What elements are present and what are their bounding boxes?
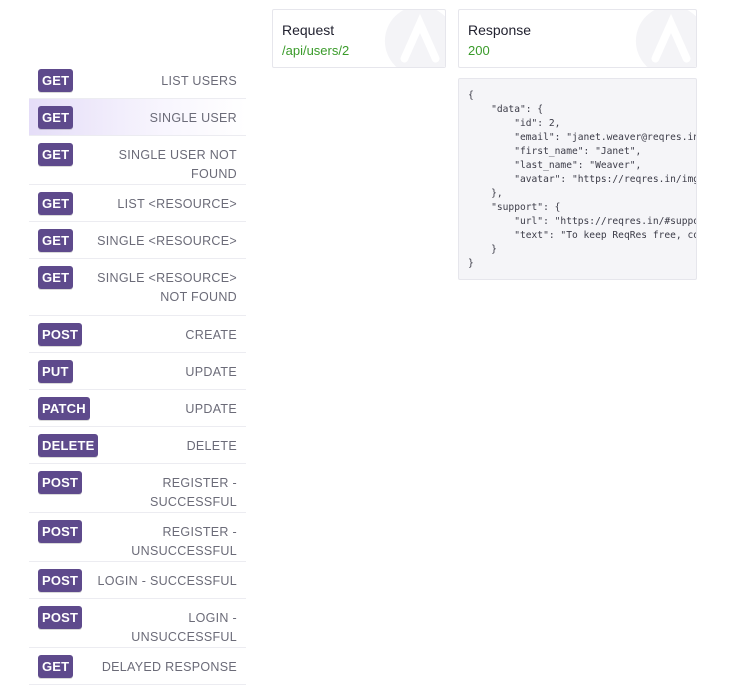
endpoint-label: REGISTER - UNSUCCESSFUL [131, 525, 237, 558]
response-body[interactable]: { "data": { "id": 2, "email": "janet.wea… [458, 78, 697, 280]
endpoint-single-user[interactable]: GET SINGLE USER [29, 99, 246, 136]
method-badge: GET [38, 266, 74, 289]
request-url[interactable]: /api/users/2 [282, 42, 436, 60]
endpoint-login-successful[interactable]: POST LOGIN - SUCCESSFUL [29, 562, 246, 599]
endpoint-single-resource[interactable]: GET SINGLE <RESOURCE> [29, 222, 246, 259]
method-badge: PATCH [38, 397, 90, 420]
endpoint-label: LOGIN - SUCCESSFUL [97, 574, 237, 588]
method-badge: POST [38, 569, 83, 592]
method-badge: POST [38, 323, 83, 346]
endpoint-register-successful[interactable]: POST REGISTER - SUCCESSFUL [29, 464, 246, 513]
endpoint-label: REGISTER - SUCCESSFUL [149, 476, 237, 509]
response-json: { "data": { "id": 2, "email": "janet.wea… [468, 90, 697, 269]
response-card: Response 200 [458, 9, 697, 68]
response-title: Response [468, 22, 532, 38]
method-badge: GET [38, 106, 74, 129]
method-badge: GET [38, 69, 74, 92]
endpoint-single-resource-not-found[interactable]: GET SINGLE <RESOURCE> NOT FOUND [29, 259, 246, 316]
endpoint-label: LIST <RESOURCE> [117, 197, 237, 211]
endpoint-label: SINGLE USER NOT FOUND [118, 148, 237, 181]
endpoint-label: LOGIN - UNSUCCESSFUL [131, 611, 237, 644]
method-badge: GET [38, 229, 74, 252]
endpoint-register-unsuccessful[interactable]: POST REGISTER - UNSUCCESSFUL [29, 513, 246, 562]
endpoint-update-patch[interactable]: PATCH UPDATE [29, 390, 246, 427]
endpoint-label: LIST USERS [161, 74, 237, 88]
method-badge: GET [38, 192, 74, 215]
endpoint-label: SINGLE <RESOURCE> [97, 234, 237, 248]
method-badge: DELETE [38, 434, 99, 457]
method-badge: GET [38, 143, 74, 166]
method-badge: GET [38, 655, 74, 678]
endpoint-list: GET LIST USERS GET SINGLE USER GET SINGL… [29, 62, 246, 685]
endpoint-label: UPDATE [185, 365, 237, 379]
endpoint-list-resource[interactable]: GET LIST <RESOURCE> [29, 185, 246, 222]
endpoint-label: SINGLE USER [149, 111, 237, 125]
endpoint-create[interactable]: POST CREATE [29, 316, 246, 353]
endpoint-label: UPDATE [185, 402, 237, 416]
method-badge: POST [38, 471, 83, 494]
endpoint-label: CREATE [185, 328, 237, 342]
endpoint-list-users[interactable]: GET LIST USERS [29, 62, 246, 99]
method-badge: PUT [38, 360, 73, 383]
endpoint-label: DELETE [186, 439, 237, 453]
endpoint-label: SINGLE <RESOURCE> NOT FOUND [97, 271, 237, 304]
endpoint-delete[interactable]: DELETE DELETE [29, 427, 246, 464]
response-status: 200 [468, 43, 490, 58]
endpoint-login-unsuccessful[interactable]: POST LOGIN - UNSUCCESSFUL [29, 599, 246, 648]
endpoint-label: DELAYED RESPONSE [101, 660, 237, 674]
method-badge: POST [38, 606, 83, 629]
method-badge: POST [38, 520, 83, 543]
request-card: Request /api/users/2 [272, 9, 446, 68]
endpoint-single-user-not-found[interactable]: GET SINGLE USER NOT FOUND [29, 136, 246, 185]
endpoint-update-put[interactable]: PUT UPDATE [29, 353, 246, 390]
